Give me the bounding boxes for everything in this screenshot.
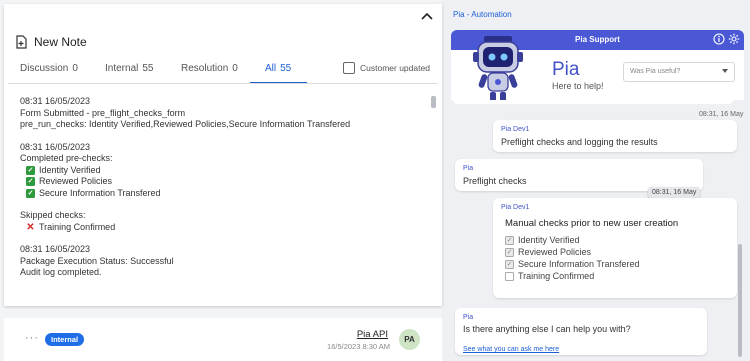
app: New Note Discussion 0 Internal 55 Resoluti… — [0, 0, 750, 361]
bot-tagline: Here to help! — [552, 81, 604, 91]
completed-check: ✓ Secure Information Transfered — [26, 187, 161, 198]
log-block: 08:31 16/05/2023 Completed pre-checks: ✓… — [20, 142, 425, 200]
entry-author[interactable]: Pia API — [357, 329, 388, 340]
scrollbar-thumb[interactable] — [431, 96, 436, 108]
checklist-item[interactable]: Training Confirmed — [505, 271, 594, 281]
note-card: New Note Discussion 0 Internal 55 Resoluti… — [4, 4, 442, 306]
panel-title: Pia - Automation — [453, 10, 512, 19]
customer-updated-checkbox[interactable]: Customer updated — [343, 62, 430, 74]
timestamp-tooltip: 08:31, 16 May — [648, 187, 701, 198]
chevron-up-icon[interactable] — [420, 10, 434, 22]
avatar: PA — [399, 329, 420, 350]
completed-check: ✓ Reviewed Policies — [26, 176, 113, 187]
notes-panel: New Note Discussion 0 Internal 55 Resoluti… — [0, 0, 442, 361]
tabs-divider — [8, 83, 438, 84]
checklist-item[interactable]: ✓ Reviewed Policies — [505, 247, 591, 257]
message-bubble: Pia Is there anything else I can help yo… — [455, 308, 707, 355]
message-text: Is there anything else I can help you wi… — [463, 324, 631, 334]
chat-scrollbar[interactable] — [738, 102, 742, 359]
internal-badge: Internal — [45, 333, 85, 346]
chat-panel: Pia - Automation Pia Support Pia Here to… — [446, 0, 750, 361]
log-scrollbar[interactable] — [431, 96, 436, 301]
checklist-item[interactable]: ✓ Secure Information Transfered — [505, 259, 640, 269]
checkbox-unchecked[interactable] — [505, 271, 514, 281]
help-link[interactable]: See what you can ask me here — [463, 346, 559, 353]
message-text: Preflight checks and logging the results — [501, 137, 658, 147]
check-icon: ✓ — [26, 165, 35, 175]
log-block: 08:31 16/05/2023 Package Execution Statu… — [20, 244, 174, 277]
entry-datetime: 16/5/2023 8:30 AM — [327, 342, 390, 351]
log-block: Skipped checks: ✕ Training Confirmed — [20, 210, 425, 233]
bot-name: Pia — [552, 59, 580, 80]
checkbox-checked[interactable]: ✓ — [505, 235, 514, 245]
robot-mascot-icon — [473, 36, 523, 102]
info-icon[interactable] — [713, 33, 725, 45]
activity-log: 08:31 16/05/2023 Form Submitted - pre_fl… — [20, 96, 425, 301]
previous-message-edge — [453, 100, 733, 104]
scrollbar-thumb[interactable] — [738, 244, 742, 357]
checklist-message: Pia Dev1 Manual checks prior to new user… — [493, 198, 737, 298]
checkbox-checked[interactable]: ✓ — [505, 247, 514, 257]
check-icon: ✓ — [26, 177, 35, 187]
completed-check: ✓ Identity Verified — [26, 164, 101, 175]
tab-all[interactable]: All 55 — [250, 60, 307, 84]
message-text: Preflight checks — [463, 176, 527, 186]
chevron-down-icon — [722, 69, 728, 73]
message-sender: Pia — [463, 314, 474, 321]
cross-icon: ✕ — [26, 221, 35, 233]
gear-icon[interactable] — [728, 33, 740, 45]
feedback-select[interactable]: Was Pia useful? — [623, 62, 735, 82]
message-timestamp: 08:31, 16 May — [699, 111, 744, 118]
message-sender: Pia — [463, 165, 474, 172]
tab-internal[interactable]: Internal 55 — [105, 60, 153, 84]
new-note-button[interactable]: New Note — [16, 35, 87, 49]
checkbox-box[interactable] — [343, 62, 355, 74]
more-icon[interactable]: ··· — [25, 332, 39, 344]
new-note-label: New Note — [34, 35, 87, 49]
checkbox-checked[interactable]: ✓ — [505, 259, 514, 269]
log-block: 08:31 16/05/2023 Form Submitted - pre_fl… — [20, 96, 351, 129]
checklist-item[interactable]: ✓ Identity Verified — [505, 235, 580, 245]
checklist-title: Manual checks prior to new user creation — [505, 218, 679, 229]
tab-discussion[interactable]: Discussion 0 — [20, 60, 78, 84]
message-sender: Pia Dev1 — [501, 204, 530, 211]
message-bubble: Pia Dev1 Preflight checks and logging th… — [493, 120, 737, 152]
note-entry[interactable]: ··· Internal Pia API 16/5/2023 8:30 AM P… — [4, 318, 442, 361]
message-list: 08:31, 16 May Pia Dev1 Preflight checks … — [451, 100, 744, 361]
skipped-check: ✕ Training Confirmed — [26, 221, 116, 233]
tab-resolution[interactable]: Resolution 0 — [181, 60, 238, 84]
check-icon: ✓ — [26, 188, 35, 198]
note-add-icon — [16, 35, 27, 49]
message-sender: Pia Dev1 — [501, 126, 530, 133]
